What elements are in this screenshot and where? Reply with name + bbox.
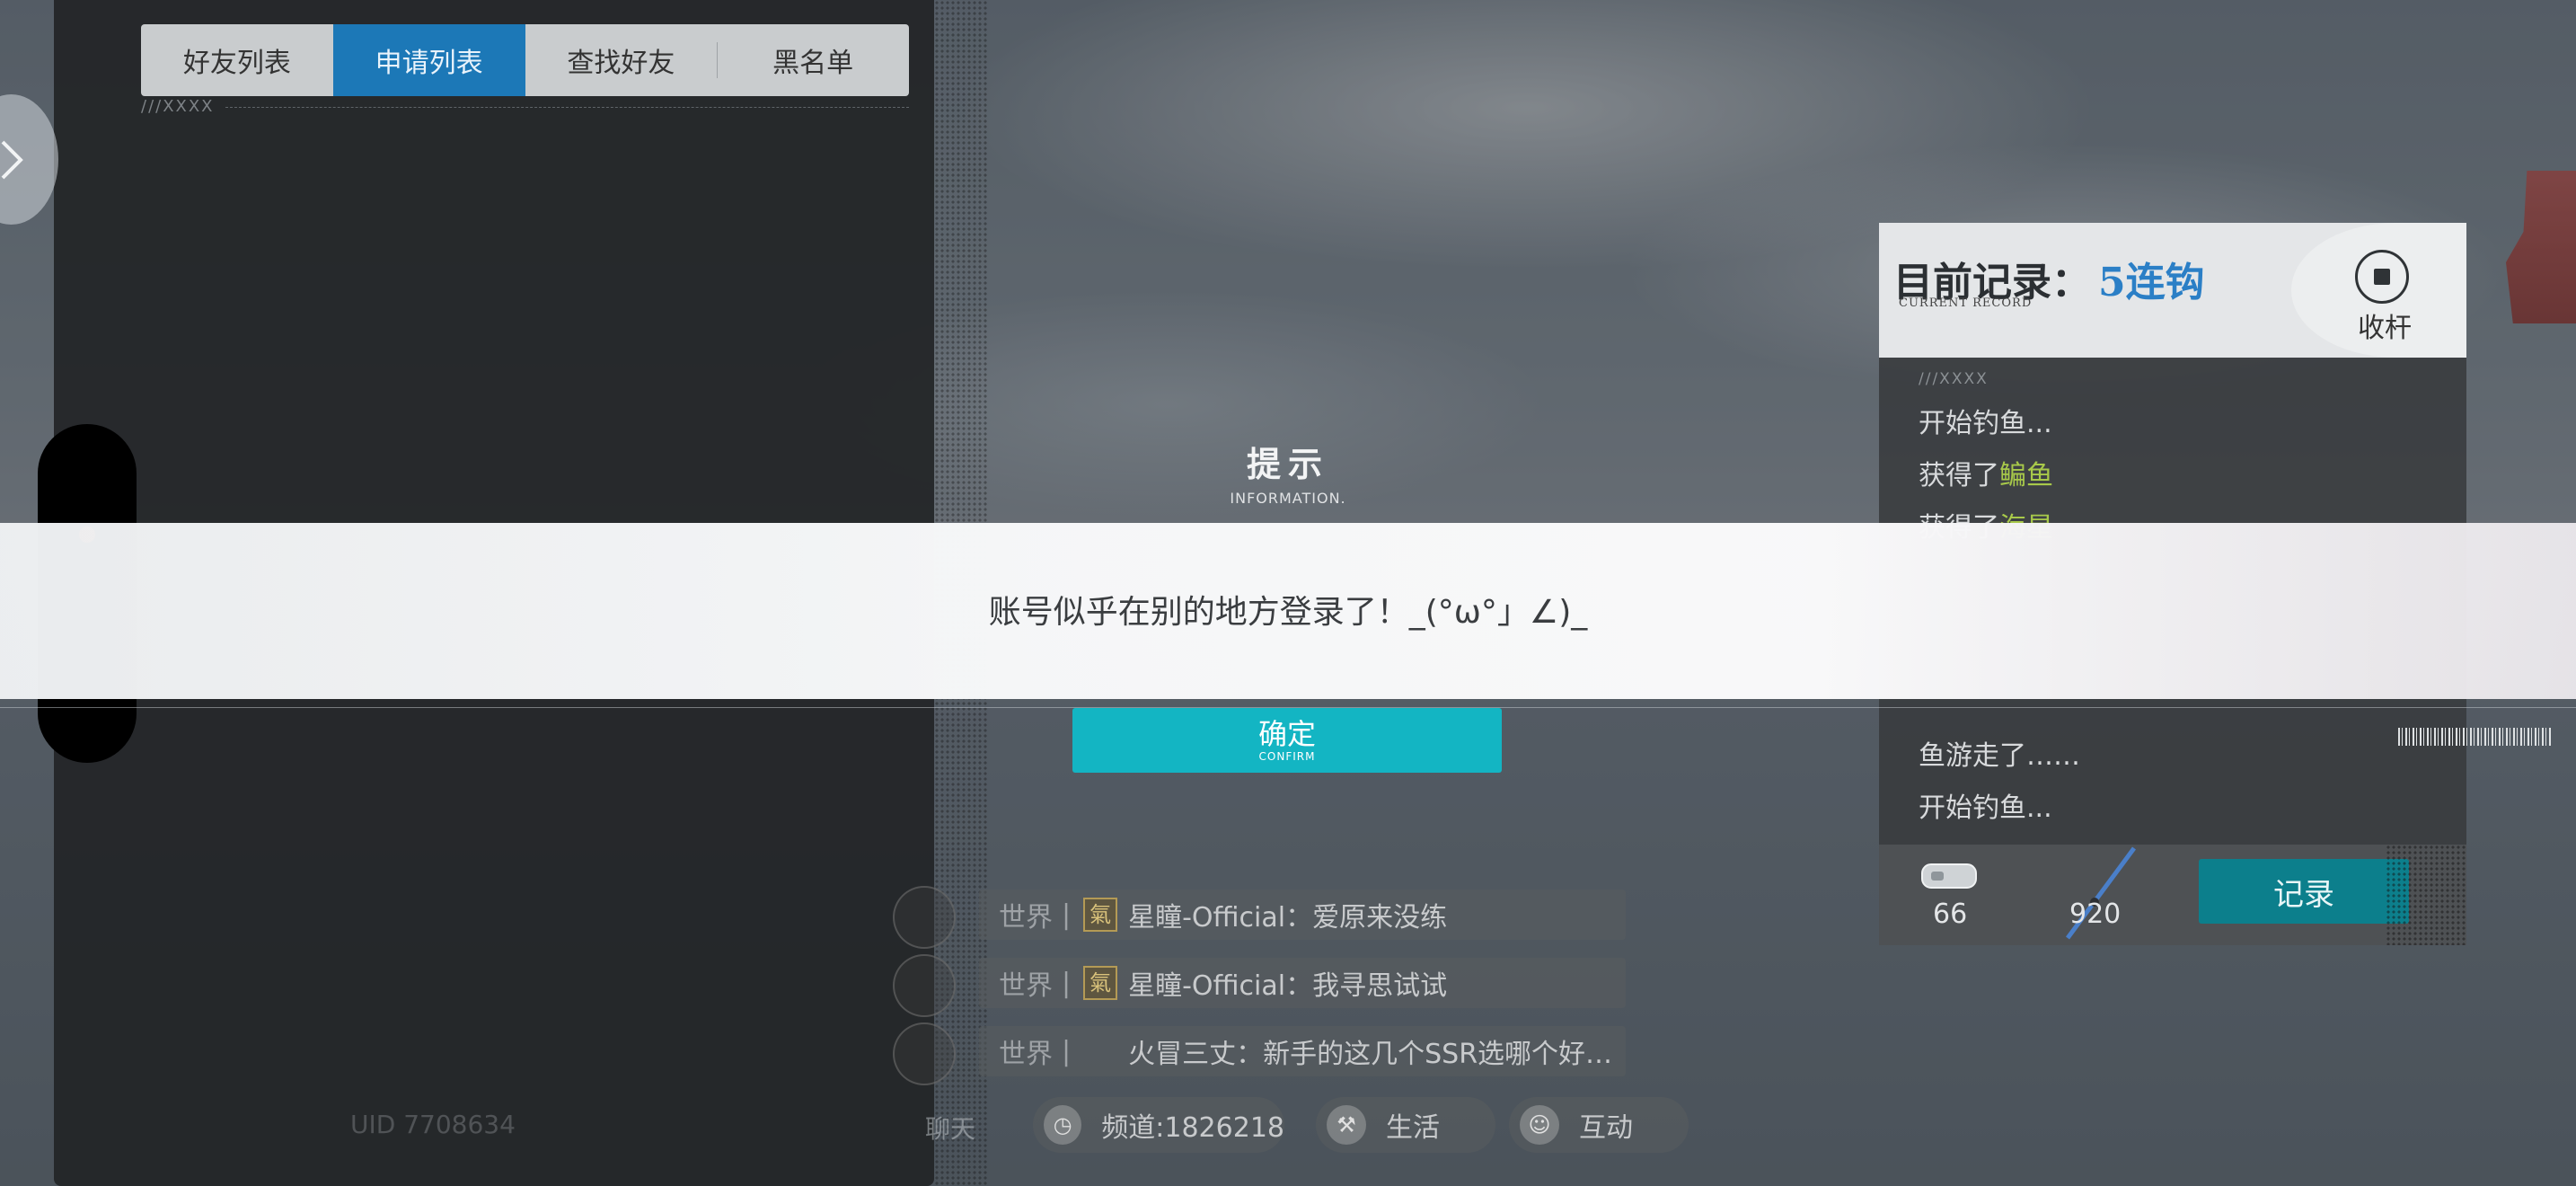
tab-deco-line: ///XXXX bbox=[141, 97, 909, 116]
chat-text: 星瞳-Official：我寻思试试 bbox=[1128, 970, 1448, 1002]
tab-friend-list[interactable]: 好友列表 bbox=[141, 24, 333, 96]
chat-channel: 世界 bbox=[999, 1039, 1053, 1070]
dialog-message: 账号似乎在别的地方登录了！_(°ω°」∠)_ bbox=[988, 594, 1588, 631]
record-subtitle: CURRENT RECORD bbox=[1899, 296, 2033, 310]
clock-icon: ◷ bbox=[1044, 1105, 1082, 1145]
log-line: 开始钓鱼... bbox=[1919, 401, 2052, 440]
barcode-decoration bbox=[2398, 728, 2551, 746]
avatar[interactable] bbox=[893, 954, 956, 1017]
chat-message[interactable]: 世界 | 火冒三丈：新手的这几个SSR选哪个好… bbox=[979, 1026, 1626, 1076]
chat-separator: | bbox=[1062, 1035, 1072, 1067]
life-label: 生活 bbox=[1386, 1112, 1440, 1144]
avatar[interactable] bbox=[893, 886, 956, 949]
smile-icon: ☺ bbox=[1520, 1105, 1559, 1145]
log-line: 鱼游走了…… bbox=[1919, 733, 2080, 773]
dialog-subtitle: INFORMATION. bbox=[1230, 490, 1346, 507]
chat-separator: | bbox=[1062, 898, 1072, 931]
stop-icon bbox=[2374, 269, 2390, 285]
chat-channel: 世界 bbox=[999, 902, 1053, 934]
friends-tab-bar: 好友列表 申请列表 查找好友 黑名单 bbox=[141, 24, 909, 96]
record-button[interactable]: 记录 bbox=[2199, 859, 2409, 924]
chat-message[interactable]: 世界 | 氣 星瞳-Official：爱原来没练 bbox=[979, 890, 1626, 940]
chat-channel: 世界 bbox=[999, 970, 1053, 1002]
record-value: 5连钩 bbox=[2098, 260, 2205, 305]
tab-blacklist[interactable]: 黑名单 bbox=[717, 24, 909, 96]
bait-icon bbox=[1921, 863, 1977, 889]
record-bottom-bar: 66 920 记录 bbox=[1879, 845, 2466, 945]
uid-label: UID 7708634 bbox=[350, 1110, 516, 1139]
log-line: 开始钓鱼... bbox=[1919, 785, 2052, 825]
chat-message[interactable]: 世界 | 氣 星瞳-Official：我寻思试试 bbox=[979, 958, 1626, 1008]
stop-fishing-label: 收杆 bbox=[2358, 313, 2412, 344]
tab-request-list[interactable]: 申请列表 bbox=[332, 24, 525, 96]
confirm-sublabel: CONFIRM bbox=[1258, 750, 1316, 763]
chevron-right-icon bbox=[1, 140, 23, 179]
interact-label: 互动 bbox=[1579, 1112, 1633, 1144]
chat-separator: | bbox=[1062, 967, 1072, 999]
confirm-button[interactable]: 确定 CONFIRM bbox=[1072, 708, 1502, 773]
channel-label: 频道:1826218 bbox=[1101, 1112, 1284, 1144]
life-button[interactable]: ⚒ 生活 bbox=[1316, 1097, 1495, 1153]
confirm-label: 确定 bbox=[1257, 717, 1316, 751]
interact-button[interactable]: ☺ 互动 bbox=[1509, 1097, 1689, 1153]
stop-fishing-button[interactable] bbox=[2355, 250, 2409, 304]
chat-tab-label[interactable]: 聊天 bbox=[925, 1110, 975, 1146]
log-text: 鱼游走了…… bbox=[1919, 740, 2080, 772]
chat-text: 星瞳-Official：爱原来没练 bbox=[1128, 902, 1448, 934]
tab-find-friend[interactable]: 查找好友 bbox=[525, 24, 718, 96]
rod-count: 920 bbox=[2069, 898, 2122, 930]
avatar[interactable] bbox=[893, 1022, 956, 1085]
hammer-icon: ⚒ bbox=[1327, 1105, 1366, 1145]
log-deco: ///XXXX bbox=[1919, 370, 1989, 388]
rank-badge-icon: 氣 bbox=[1083, 898, 1118, 932]
channel-button[interactable]: ◷ 频道:1826218 bbox=[1033, 1097, 1284, 1153]
log-text: 开始钓鱼... bbox=[1919, 792, 2052, 824]
rank-badge-icon bbox=[1083, 1034, 1117, 1068]
bait-count: 66 bbox=[1933, 898, 1968, 930]
log-text: 开始钓鱼... bbox=[1919, 408, 2052, 439]
dialog-title: 提示 bbox=[1246, 445, 1329, 484]
tab-deco-text: ///XXXX bbox=[141, 97, 215, 116]
rank-badge-icon: 氣 bbox=[1083, 966, 1118, 1000]
chat-text: 火冒三丈：新手的这几个SSR选哪个好… bbox=[1128, 1039, 1613, 1070]
